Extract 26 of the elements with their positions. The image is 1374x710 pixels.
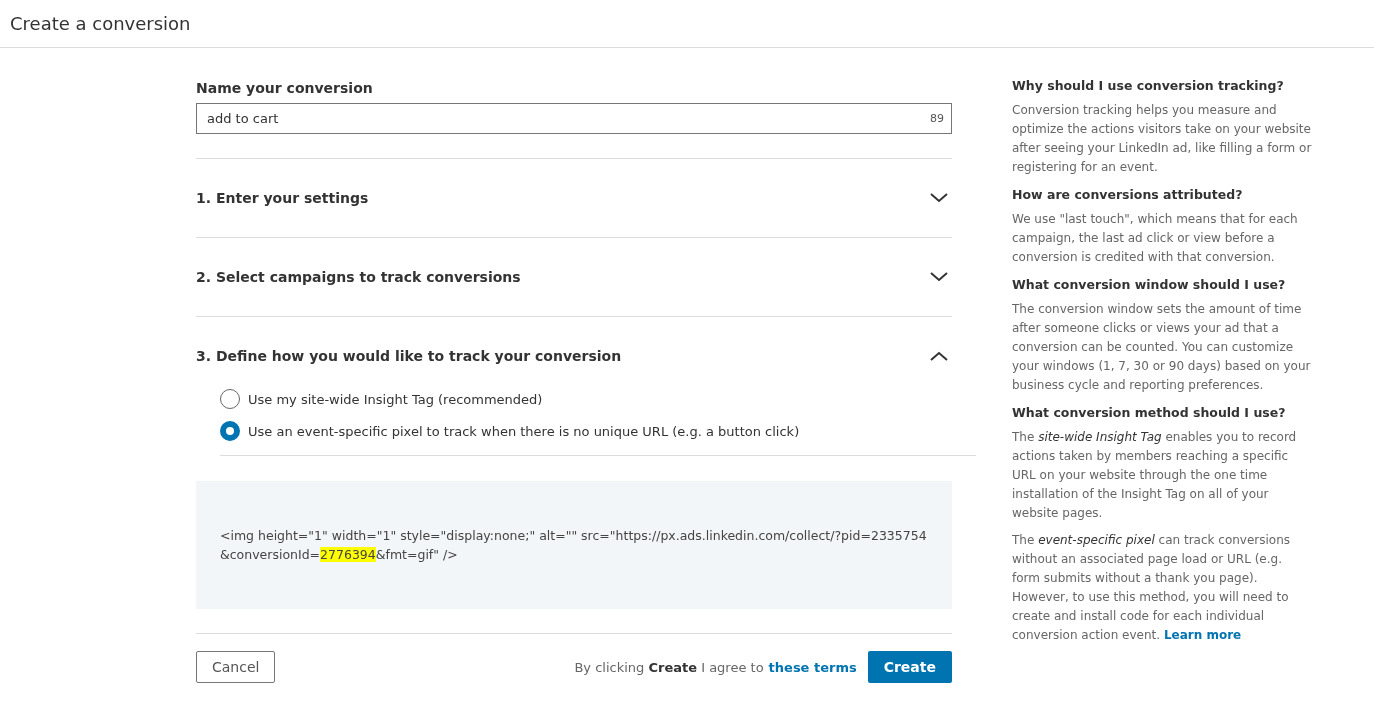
cancel-button[interactable]: Cancel: [196, 651, 276, 683]
help-heading: What conversion window should I use?: [1012, 277, 1287, 292]
help-paragraph: Conversion tracking helps you measure and optimize the actions visitors take on your website after seeing your LinkedIn ad, like filling a form or registering for an event.: [1012, 102, 1312, 176]
code-snippet: <img height="1" width="1" style="display:none;" alt="" src="https://px.ads.linkedin.com/collect/?pid=2335754&conversionId=2776394&fmt=gif" />: [196, 481, 952, 609]
help-heading: What conversion method should I use?: [1012, 405, 1287, 420]
page-title: Create a conversion: [10, 13, 191, 34]
help-heading: Why should I use conversion tracking?: [1012, 78, 1285, 93]
agreement-text: By clicking Create I agree to: [574, 659, 764, 675]
radio-button[interactable]: [220, 421, 240, 441]
radio-button[interactable]: [220, 389, 240, 409]
help-paragraph: We use "last touch", which means that for each campaign, the last ad click or view before a conversion is credited with that conversion.: [1012, 211, 1299, 266]
terms-link[interactable]: these terms: [768, 659, 857, 675]
learn-more-link[interactable]: Learn more: [1163, 628, 1242, 642]
section-header[interactable]: 1. Enter your settings: [196, 159, 952, 237]
character-counter: 89: [930, 112, 944, 125]
chevron-down-icon: [930, 193, 948, 203]
field-label: Name your conversion: [196, 80, 374, 96]
section-header[interactable]: 2. Select campaigns to track conversions: [196, 238, 952, 316]
help-paragraph: The conversion window sets the amount of time after someone clicks or views your ad that a conversion can be counted. You can customize your windows (1, 7, 30 or 90 days) based on your business cycle and reporting preferences.: [1012, 301, 1312, 394]
create-button[interactable]: Create: [867, 651, 952, 683]
chevron-up-icon: [930, 351, 948, 361]
help-paragraph: The event-specific pixel can track conversions without an associated page load or URL (e.g. form submits without a thank you page). However, to use this method, you will need to create and install code for each individual conversion action event. Learn more: [1012, 532, 1292, 644]
chevron-down-icon: [930, 272, 948, 282]
help-paragraph: The site-wide Insight Tag enables you to record actions taken by members reaching a specific URL on your website through the one time installation of the Insight Tag on all of your website pages.: [1012, 429, 1298, 522]
option-label: Use an event-specific pixel to track when there is no unique URL (e.g. a button click): [248, 423, 800, 439]
help-heading: How are conversions attributed?: [1012, 187, 1244, 202]
